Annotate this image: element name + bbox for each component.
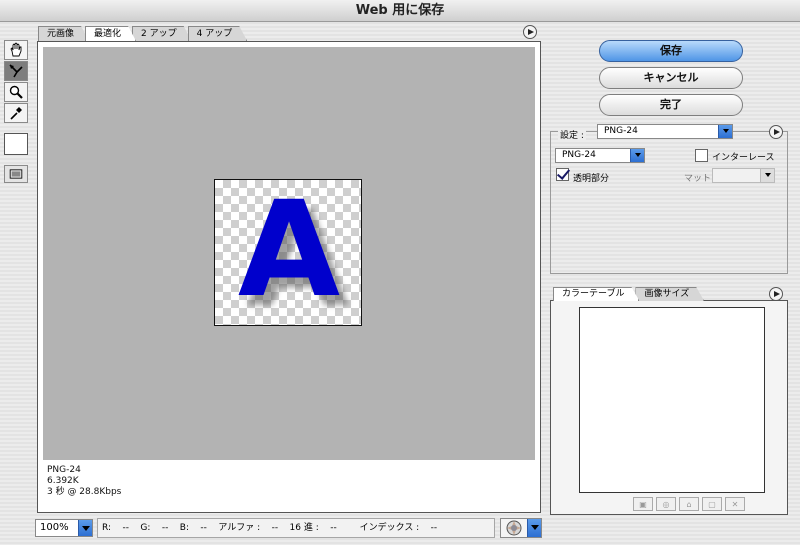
- zoom-dropdown-arrow-icon[interactable]: [78, 520, 92, 536]
- slice-select-tool[interactable]: [4, 61, 28, 81]
- slice-visibility-icon: [9, 169, 23, 179]
- color-table-tabs: カラーテーブル 画像サイズ: [553, 287, 700, 301]
- preset-dropdown-arrow-icon[interactable]: [718, 125, 732, 138]
- preset-select-value: PNG-24: [604, 126, 638, 136]
- color-readout: R: -- G: -- B: -- アルファ : -- 16 進 : -- イン…: [97, 518, 495, 538]
- preview-menu-button[interactable]: [523, 25, 537, 39]
- color-table-swatches[interactable]: [579, 307, 765, 493]
- letter-glyph: A: [238, 180, 340, 326]
- color-table-actions: ▣ ◎ ⌂ ▢ ✕: [633, 497, 748, 511]
- eyedropper-tool[interactable]: [4, 103, 28, 123]
- tab-4up[interactable]: 4 アップ: [188, 26, 248, 41]
- zoom-icon: [9, 85, 23, 99]
- settings-label: 設定 :: [558, 128, 586, 141]
- view-tabs: 元画像 最適化 2 アップ 4 アップ: [38, 26, 243, 42]
- web-safe-icon[interactable]: ◎: [656, 497, 676, 511]
- window-title: Web 用に保存: [0, 0, 800, 22]
- tab-optimized[interactable]: 最適化: [85, 26, 136, 41]
- color-table-menu-button[interactable]: [769, 287, 783, 301]
- interlace-checkbox[interactable]: [695, 149, 708, 162]
- tab-image-size[interactable]: 画像サイズ: [635, 287, 704, 301]
- info-size: 6.392K: [47, 476, 79, 486]
- info-format: PNG-24: [47, 465, 81, 475]
- zoom-level-select[interactable]: 100%: [35, 519, 93, 537]
- image-preview[interactable]: A A: [214, 179, 362, 326]
- format-dropdown-arrow-icon[interactable]: [630, 149, 644, 162]
- delete-color-icon[interactable]: ✕: [725, 497, 745, 511]
- eyedropper-icon: [10, 107, 22, 120]
- hand-tool[interactable]: [4, 40, 28, 60]
- save-button[interactable]: 保存: [599, 40, 743, 62]
- snap-to-web-icon[interactable]: ▣: [633, 497, 653, 511]
- slice-select-icon: [9, 64, 23, 78]
- tab-original[interactable]: 元画像: [38, 26, 89, 41]
- color-table-panel: ▣ ◎ ⌂ ▢ ✕: [550, 300, 788, 515]
- done-button[interactable]: 完了: [599, 94, 743, 116]
- zoom-level-value: 100%: [40, 522, 69, 533]
- preview-in-browser-button[interactable]: [500, 518, 542, 538]
- preview-panel: A A PNG-24 6.392K 3 秒 @ 28.8Kbps: [37, 41, 541, 513]
- preset-select[interactable]: PNG-24: [597, 124, 733, 139]
- matte-select[interactable]: [712, 168, 775, 183]
- preview-canvas[interactable]: A A: [43, 47, 535, 460]
- tab-color-table[interactable]: カラーテーブル: [553, 287, 639, 301]
- optimization-info: PNG-24 6.392K 3 秒 @ 28.8Kbps: [47, 465, 121, 498]
- hand-icon: [10, 42, 22, 57]
- tab-2up[interactable]: 2 アップ: [132, 26, 192, 41]
- transparency-label: 透明部分: [573, 174, 610, 184]
- eyedropper-color-swatch[interactable]: [4, 133, 28, 155]
- toolbox: [4, 40, 30, 183]
- cancel-button[interactable]: キャンセル: [599, 67, 743, 89]
- preview-letter-graphic: A A: [238, 180, 349, 326]
- browser-icon: [506, 520, 522, 536]
- slice-visibility-toggle[interactable]: [4, 165, 28, 183]
- interlace-label: インターレース: [712, 153, 775, 163]
- lock-color-icon[interactable]: ⌂: [679, 497, 699, 511]
- file-format-value: PNG-24: [562, 150, 596, 160]
- info-download-time: 3 秒 @ 28.8Kbps: [47, 487, 122, 497]
- browser-dropdown-arrow-icon[interactable]: [527, 519, 541, 537]
- file-format-select[interactable]: PNG-24: [555, 148, 645, 163]
- optimize-menu-button[interactable]: [769, 125, 783, 139]
- matte-dropdown-arrow-icon[interactable]: [760, 169, 774, 182]
- new-color-icon[interactable]: ▢: [702, 497, 722, 511]
- zoom-tool[interactable]: [4, 82, 28, 102]
- transparency-checkbox[interactable]: [556, 168, 569, 181]
